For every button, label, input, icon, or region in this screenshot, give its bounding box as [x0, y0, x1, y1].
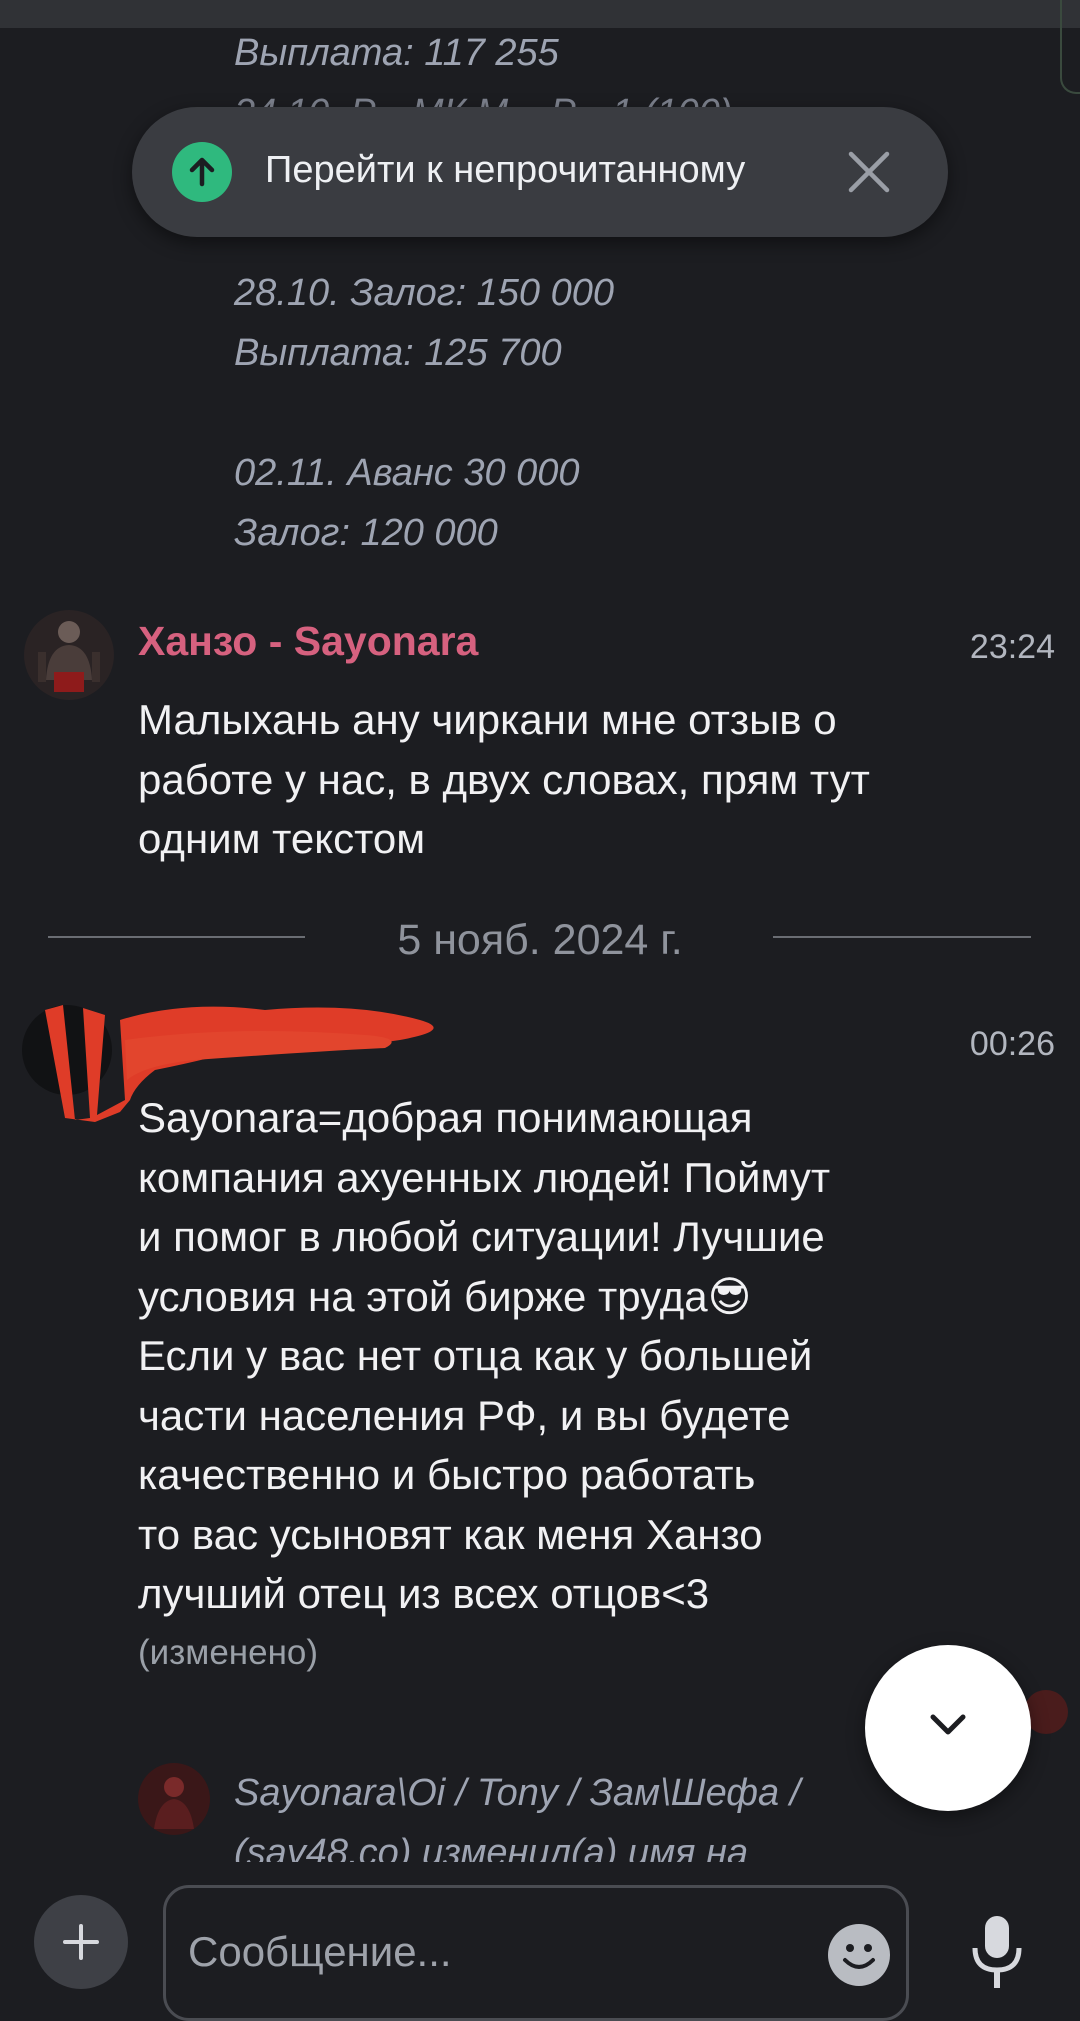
jump-to-unread-label: Перейти к непрочитанному — [265, 149, 746, 191]
scroll-to-bottom-button[interactable] — [865, 1645, 1031, 1811]
system-notice-line: Sayonara\Oi / Tony / Зам\Шефа / — [234, 1772, 801, 1814]
emoji-icon[interactable] — [828, 1924, 890, 1986]
message-input-placeholder: Сообщение... — [188, 1928, 452, 1975]
jump-to-unread-banner[interactable]: Перейти к непрочитанному — [132, 107, 948, 237]
history-line: Выплата: 117 255 — [234, 32, 559, 74]
message-text: Sayonara=добрая понимающая компания ахуе… — [138, 1094, 831, 1617]
message-author[interactable]: Ханзо - Sayonara — [138, 618, 478, 665]
edited-label: (изменено) — [138, 1633, 319, 1672]
history-line: 02.11. Аванс 30 000 — [234, 452, 580, 494]
message-timestamp: 00:26 — [969, 1025, 1055, 1063]
message-timestamp: 23:24 — [969, 628, 1055, 666]
scroll-indicator — [1060, 0, 1080, 94]
avatar[interactable] — [138, 1763, 210, 1835]
plus-icon — [63, 1924, 99, 1960]
history-line: Залог: 120 000 — [234, 512, 498, 554]
chevron-down-icon — [930, 1714, 966, 1735]
system-notice-line: (say48.co) изменил(а) имя на — [234, 1832, 749, 1862]
status-bar — [0, 0, 1080, 28]
close-icon[interactable] — [844, 147, 894, 197]
date-divider: 5 нояб. 2024 г. — [397, 916, 683, 964]
message-text: Малыхань ану чиркани мне отзыв о работе … — [138, 696, 870, 862]
microphone-icon[interactable] — [965, 1912, 1029, 1992]
avatar[interactable] — [24, 610, 114, 700]
attach-button[interactable] — [34, 1895, 128, 1989]
history-line: 28.10. Залог: 150 000 — [234, 272, 615, 314]
message-input[interactable]: Сообщение... — [163, 1885, 909, 2021]
arrow-up-icon — [172, 142, 232, 202]
history-line: Выплата: 125 700 — [234, 332, 562, 374]
